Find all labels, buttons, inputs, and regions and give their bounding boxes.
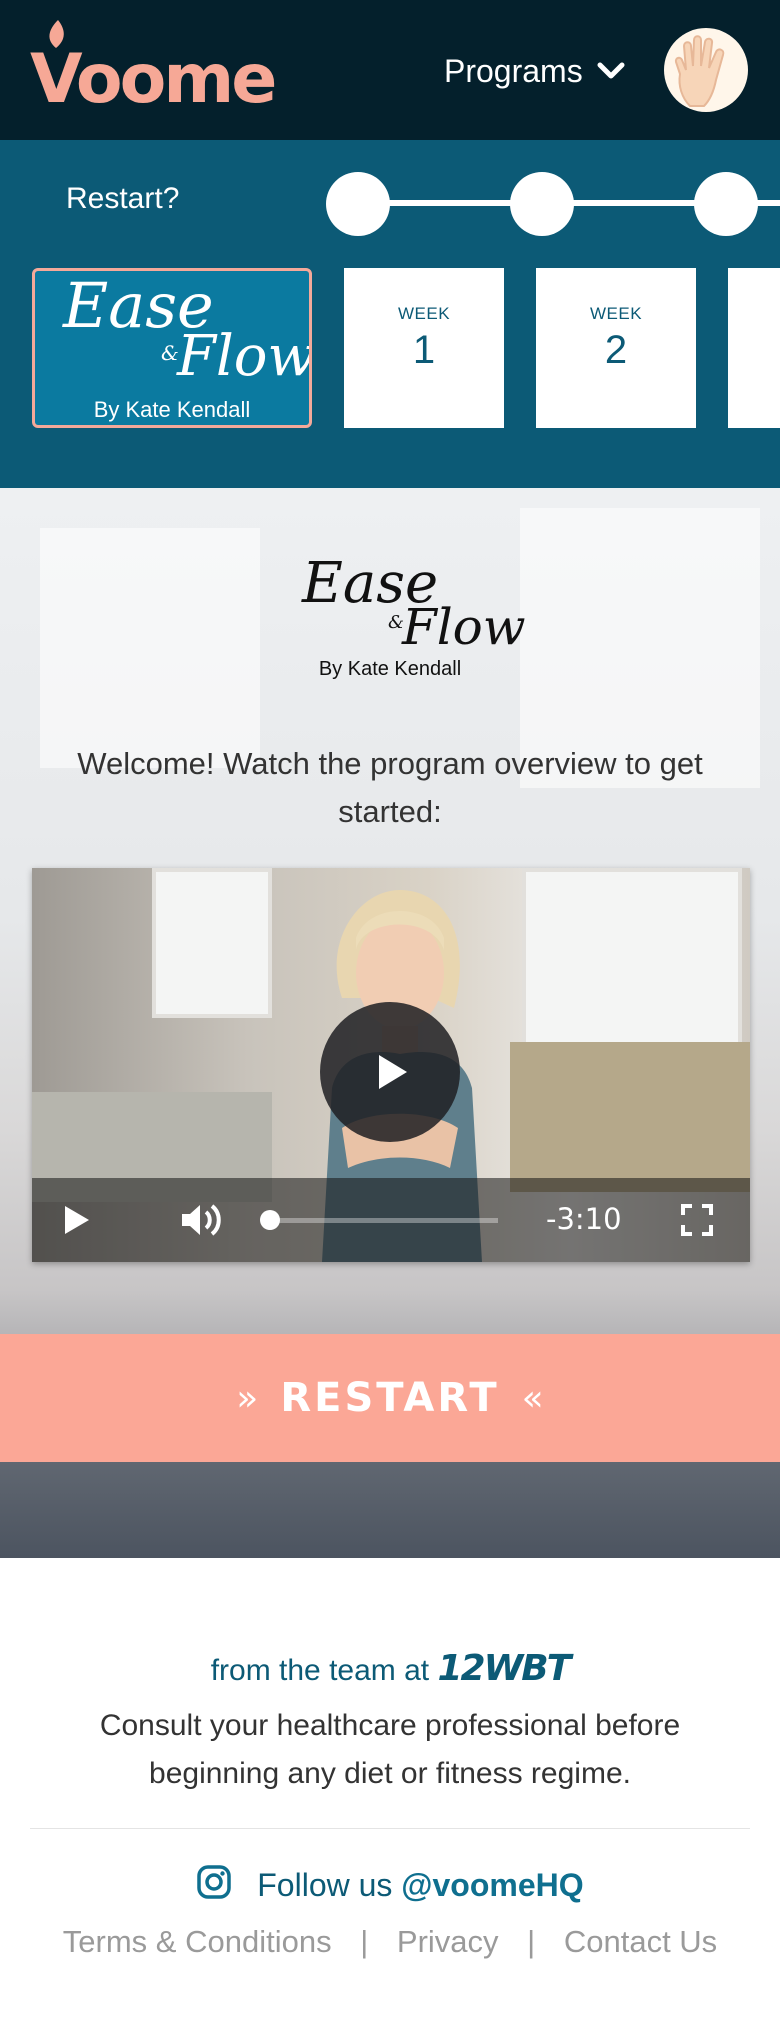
restart-link[interactable]: Restart? [66,182,179,216]
play-button[interactable] [52,1178,102,1262]
progress-steps [326,168,780,238]
instagram-handle[interactable]: @voomeHQ [401,1867,583,1903]
chevron-down-icon [597,62,625,79]
logo-line2: Flow [402,598,526,656]
week-card-2[interactable]: WEEK 2 [536,268,696,428]
play-icon [379,1055,407,1089]
link-separator: | [527,1924,536,1959]
program-card[interactable]: Ease & Flow By Kate Kendall [32,268,312,428]
step-dot-3[interactable] [694,172,758,236]
footer-links: Terms & Conditions | Privacy | Contact U… [0,1924,780,1960]
video-scene-window [522,868,742,1048]
programs-menu-button[interactable]: Programs [444,48,625,94]
follow-prefix: Follow us [257,1867,393,1903]
team-prefix: from the team at [210,1654,430,1687]
left-arrows: » [236,1377,259,1419]
program-logo: Ease & Flow By Kate Kendall [0,556,780,686]
programs-label: Programs [444,52,583,89]
follow-us[interactable]: Follow us @voomeHQ [0,1864,780,1904]
program-nav: Restart? Ease & Flow By Kate Kendall WEE… [0,140,780,488]
week-label: WEEK [589,304,643,323]
privacy-link[interactable]: Privacy [397,1924,499,1959]
logo-text: Voome [30,40,277,119]
terms-link[interactable]: Terms & Conditions [63,1924,332,1959]
program-title-line2: Flow [177,324,312,389]
12wbt-logo[interactable]: 12WBT [437,1648,571,1689]
right-arrows: « [521,1377,544,1419]
week-card-3[interactable] [728,268,780,428]
link-separator: | [360,1924,369,1959]
video-scene-window [152,868,272,1018]
video-player[interactable]: -3:10 [32,868,750,1262]
week-carousel: Ease & Flow By Kate Kendall WEEK 1 WEEK … [0,268,780,438]
program-byline: By Kate Kendall [93,397,251,422]
logo-byline: By Kate Kendall [318,658,462,680]
video-scene-sofa [510,1042,750,1192]
hero-section: Ease & Flow By Kate Kendall Welcome! Wat… [0,488,780,1558]
time-remaining: -3:10 [546,1202,622,1236]
welcome-text: Welcome! Watch the program overview to g… [77,746,703,829]
video-controls: -3:10 [32,1178,750,1262]
contact-link[interactable]: Contact Us [564,1924,717,1959]
waving-hand-icon [674,35,725,107]
volume-icon [182,1204,221,1236]
step-dot-1[interactable] [326,172,390,236]
fullscreen-button[interactable] [672,1178,722,1262]
fullscreen-icon [681,1204,713,1236]
play-button-large[interactable] [320,1002,460,1142]
step-dot-2[interactable] [510,172,574,236]
week-number: 2 [604,328,628,372]
instagram-icon [197,1865,232,1899]
voome-logo[interactable]: Voome [30,18,277,118]
footer-notch [0,1558,780,1620]
video-progress-bar[interactable] [260,1210,498,1230]
top-header: Voome Programs [0,0,780,140]
footer-divider [30,1828,750,1829]
restart-label: RESTART [280,1375,500,1421]
week-number: 1 [412,328,436,372]
play-icon [65,1206,89,1234]
volume-button[interactable] [172,1178,232,1262]
team-credit: from the team at 12WBT [0,1648,780,1689]
progress-knob[interactable] [260,1210,280,1230]
week-card-1[interactable]: WEEK 1 [344,268,504,428]
restart-button[interactable]: » RESTART « [0,1334,780,1462]
health-disclaimer: Consult your healthcare professional bef… [99,1709,681,1790]
footer: from the team at 12WBT Consult your heal… [0,1558,780,2030]
avatar[interactable] [664,28,748,112]
week-label: WEEK [397,304,451,323]
